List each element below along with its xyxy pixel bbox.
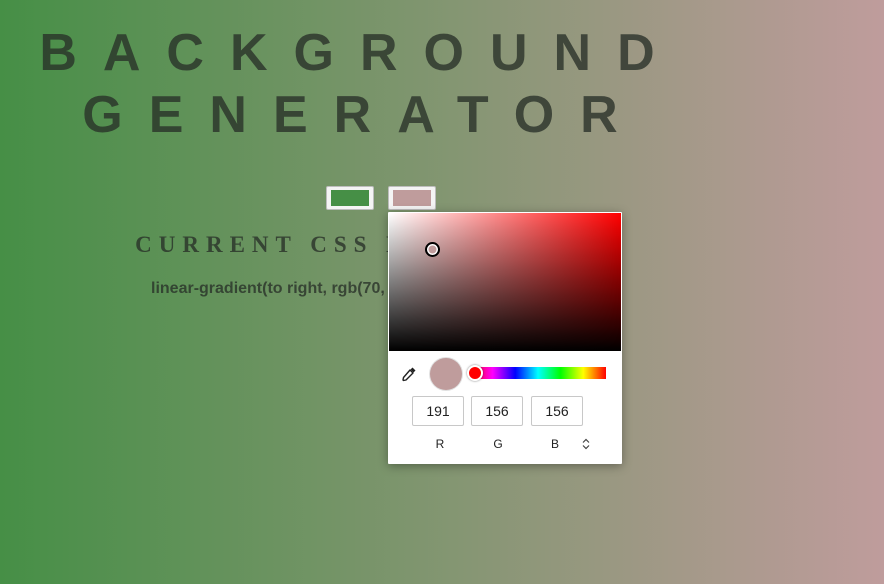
hue-slider-handle[interactable] (467, 365, 483, 381)
current-css-heading: CURRENT CSS BACKGROUND (135, 232, 625, 257)
eyedropper-icon[interactable] (401, 366, 417, 382)
blue-label: B (550, 437, 559, 451)
title-line-1: BACKGROUND (39, 24, 681, 82)
blue-input[interactable] (531, 396, 583, 426)
green-label: G (493, 437, 503, 451)
saturation-handle[interactable] (425, 242, 440, 257)
page-title: BACKGROUND GENERATOR (0, 22, 720, 146)
chevron-up-down-icon[interactable] (581, 438, 591, 450)
red-label: R (435, 437, 445, 451)
color-picker-popup: R G B (388, 212, 622, 464)
color-input-2-swatch (393, 190, 431, 206)
green-input[interactable] (471, 396, 523, 426)
color-input-1[interactable] (326, 186, 374, 210)
saturation-area[interactable] (389, 213, 621, 351)
css-output-text: linear-gradient(to right, rgb(70, (151, 280, 385, 297)
hue-slider[interactable] (467, 365, 606, 381)
color-input-2[interactable] (388, 186, 436, 210)
color-input-1-swatch (331, 190, 369, 206)
color-preview (430, 358, 462, 390)
title-line-2: GENERATOR (82, 86, 644, 144)
red-input[interactable] (412, 396, 464, 426)
